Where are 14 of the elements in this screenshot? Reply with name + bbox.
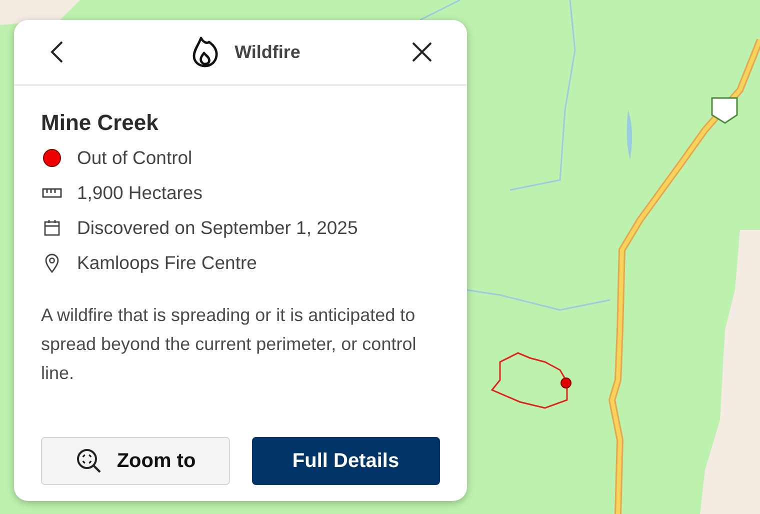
detail-text: 1,900 Hectares [77, 182, 202, 204]
ruler-icon [42, 188, 62, 198]
detail-text: Kamloops Fire Centre [77, 252, 257, 274]
calendar-icon [43, 219, 61, 237]
zoom-icon [74, 447, 103, 475]
flame-icon [190, 36, 219, 68]
full-details-button[interactable]: Full Details [252, 437, 440, 485]
status-description: A wildfire that is spreading or it is anticipated to spread beyond the current perimeter, or control line. [41, 304, 418, 385]
detail-text: Discovered on September 1, 2025 [77, 217, 358, 239]
location-pin-icon [44, 253, 60, 273]
zoom-to-button[interactable]: Zoom to [41, 437, 230, 485]
panel-title: Wildfire [234, 42, 300, 62]
fire-name: Mine Creek [41, 110, 160, 136]
detail-text: Out of Control [77, 147, 192, 169]
